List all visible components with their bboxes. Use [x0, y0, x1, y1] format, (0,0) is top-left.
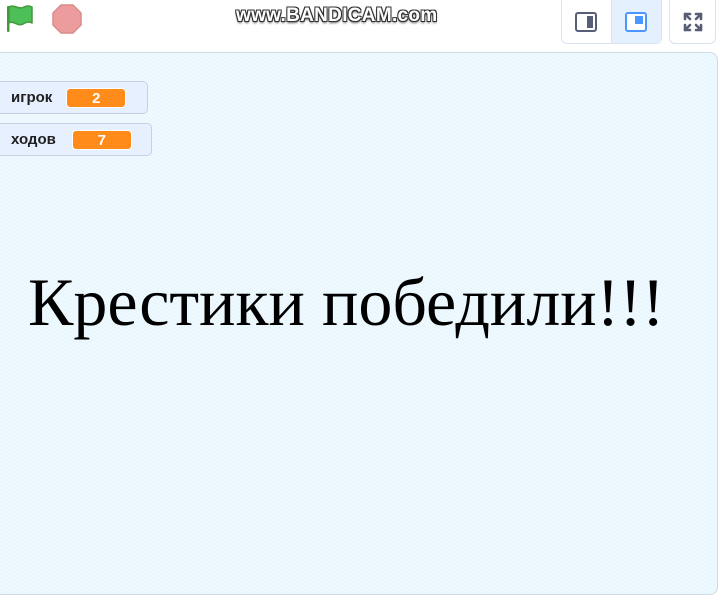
normal-stage-icon: [625, 11, 648, 32]
stop-sign-icon[interactable]: [50, 2, 84, 36]
green-flag-icon[interactable]: [2, 2, 36, 36]
watermark-text: www.BANDICAM.com: [236, 5, 438, 26]
win-message: Крестики победили!!!: [28, 264, 665, 340]
variable-monitor-player[interactable]: игрок 2: [0, 81, 148, 114]
monitor-value: 2: [66, 87, 127, 108]
small-stage-icon: [575, 11, 598, 32]
normal-stage-button[interactable]: [611, 0, 661, 43]
stage-header: www.BANDICAM.com: [0, 0, 720, 50]
fullscreen-button[interactable]: [669, 0, 716, 44]
fullscreen-icon: [683, 12, 702, 31]
monitor-value: 7: [71, 129, 132, 150]
stage-layout-toggle: [561, 0, 662, 44]
stage-canvas[interactable]: игрок 2 ходов 7 Крестики победили!!!: [0, 52, 718, 595]
monitor-label: игрок: [11, 89, 53, 106]
monitor-label: ходов: [11, 131, 56, 148]
small-stage-button[interactable]: [562, 0, 612, 43]
variable-monitor-moves[interactable]: ходов 7: [0, 123, 152, 156]
